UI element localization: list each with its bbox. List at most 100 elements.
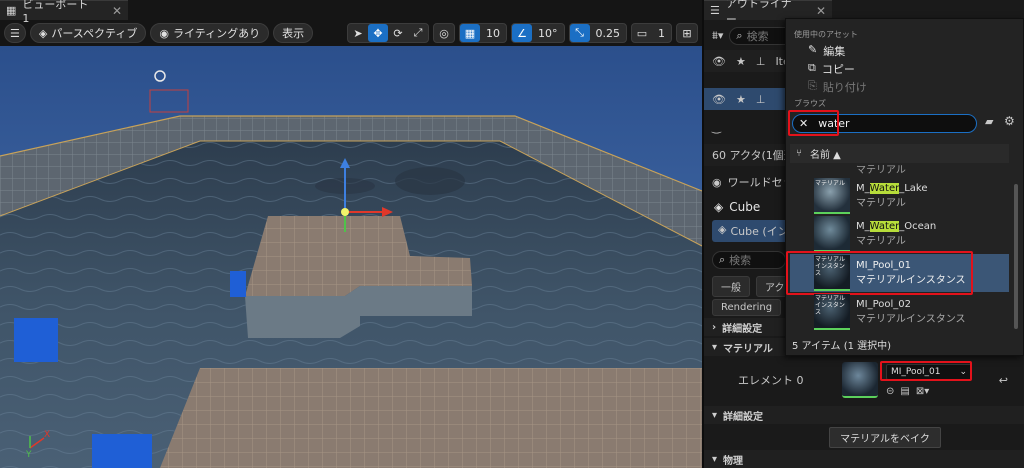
close-icon[interactable]: ✕ <box>816 4 826 18</box>
asset-list-item[interactable]: M_Water_Ocean マテリアル <box>790 215 1009 253</box>
asset-type: マテリアル <box>856 198 906 209</box>
asset-picker-popup: 使用中のアセット ✎ 編集 ⧉ コピー ⎘ 貼り付け ブラウズ ✕ water … <box>785 18 1024 356</box>
thumb-label: マテリアル <box>815 180 845 187</box>
gear-icon[interactable]: ⚙ <box>1004 114 1015 128</box>
asset-type: マテリアルインスタンス <box>856 314 966 325</box>
annotation-highlight-search <box>788 110 839 136</box>
globe-icon: ◉ <box>712 175 722 189</box>
folder-icon[interactable]: ▰ <box>985 115 993 128</box>
filter-icon[interactable]: ⩩▾ <box>712 29 723 43</box>
camera-speed-value: 1 <box>658 26 665 40</box>
axis-y-label: Y <box>26 450 32 460</box>
pin-icon[interactable]: ⊥ <box>756 93 766 106</box>
hamburger-menu-button[interactable]: ☰ <box>4 23 26 43</box>
select-icon[interactable]: ➤ <box>348 24 368 42</box>
annotation-highlight-item <box>786 251 973 295</box>
chevron-down-icon: ▾ <box>712 453 718 465</box>
close-icon[interactable]: ✕ <box>112 4 122 18</box>
3d-scene[interactable]: X Y <box>0 46 702 468</box>
outliner-tab[interactable]: ☰ アウトライナー ✕ <box>704 0 832 26</box>
viewport-toolbar: ☰ ◈ パースペクティブ ◉ ライティングあり 表示 ➤ ✥ ⟳ ⤢ ◎ ▦ 1… <box>0 20 702 46</box>
world-local-toggle[interactable]: ◎ <box>433 23 455 43</box>
show-button[interactable]: 表示 <box>273 23 314 43</box>
browse-folder-icon[interactable]: ▤ <box>900 386 909 397</box>
asset-list-item[interactable]: マテリアル インスタンス MI_Pool_02 マテリアルインスタンス <box>790 293 1009 331</box>
asset-name: MI_Pool_02 <box>856 299 911 310</box>
material-thumbnail[interactable] <box>842 362 878 398</box>
perspective-button[interactable]: ◈ パースペクティブ <box>29 23 147 43</box>
bake-row: マテリアルをベイク <box>704 426 1024 448</box>
annotation-highlight-dropdown <box>880 361 972 381</box>
angle-icon: ∠ <box>512 24 532 42</box>
section-detail-2[interactable]: ▾ 詳細設定 <box>704 406 1024 424</box>
use-selected-icon[interactable]: ⊝ <box>886 386 894 397</box>
layout-button[interactable]: ⊞ <box>676 23 698 43</box>
copy-menu-item[interactable]: ⧉ コピー <box>808 61 855 77</box>
rotation-snap[interactable]: ∠ 10° <box>511 23 565 43</box>
eye-icon[interactable]: 👁 <box>712 93 726 106</box>
details-search-placeholder: 検索 <box>729 254 752 267</box>
camera-speed[interactable]: ▭ 1 <box>631 23 672 43</box>
material-actions: ⊝ ▤ ⊠▾ <box>886 386 972 397</box>
outliner-tab-icon: ☰ <box>710 4 720 17</box>
bake-material-button[interactable]: マテリアルをベイク <box>829 426 941 448</box>
paste-icon: ⎘ <box>808 79 817 92</box>
scale-snap-icon: ⤡ <box>569 24 590 42</box>
cube-icon: ◈ <box>714 200 724 214</box>
filter-rendering-button[interactable]: Rendering <box>712 298 782 316</box>
translate-icon[interactable]: ✥ <box>368 24 388 42</box>
chevron-down-icon: ▾ <box>712 409 718 421</box>
asset-list-item[interactable]: マテリアル M_Water_Lake マテリアル <box>790 177 1009 215</box>
scale-snap[interactable]: ⤡ 0.25 <box>568 23 627 43</box>
hidden-eye-icon[interactable]: ‿ <box>712 121 721 134</box>
grid-snap-value: 10 <box>486 26 500 40</box>
section-physics[interactable]: ▾ 物理 <box>704 450 1024 468</box>
lighting-button[interactable]: ◉ ライティングあり <box>150 23 270 43</box>
details-object-name: Cube <box>729 200 761 214</box>
pencil-icon: ✎ <box>808 43 818 56</box>
star-icon[interactable]: ★ <box>736 55 746 68</box>
world-settings-label: ワールドセッ <box>727 176 794 189</box>
copy-icon: ⧉ <box>808 61 816 74</box>
star-icon[interactable]: ★ <box>736 93 746 106</box>
scale-icon[interactable]: ⤢ <box>408 24 428 42</box>
paste-menu-item[interactable]: ⎘ 貼り付け <box>808 79 867 95</box>
sphere-icon: ◉ <box>159 26 169 40</box>
axis-x-label: X <box>44 430 51 440</box>
asset-name: M_Water_Ocean <box>856 221 937 232</box>
edit-menu-item[interactable]: ✎ 編集 <box>808 43 845 59</box>
edit-label: 編集 <box>823 45 846 58</box>
section-material-label: マテリアル <box>723 343 773 355</box>
transform-tools: ➤ ✥ ⟳ ⤢ <box>347 23 429 43</box>
section-detail2-label: 詳細設定 <box>723 411 764 423</box>
cube-icon: ◈ <box>38 26 48 40</box>
paste-label: 貼り付け <box>822 81 867 94</box>
rotate-icon[interactable]: ⟳ <box>388 24 408 42</box>
asset-type: マテリアル <box>856 236 906 247</box>
viewport-tab[interactable]: ▦ ビューポート1 ✕ <box>0 0 128 25</box>
eye-icon[interactable]: 👁 <box>712 55 726 68</box>
filter-general-button[interactable]: 一般 <box>712 275 750 297</box>
current-asset-header: 使用中のアセット <box>794 30 858 39</box>
layout-icon: ⊞ <box>682 26 692 40</box>
component-selected[interactable]: ◈ Cube (イン <box>712 220 795 242</box>
reset-arrow-icon[interactable]: ↩ <box>999 374 1008 387</box>
pin-icon[interactable]: ⊥ <box>756 55 766 68</box>
actor-count: 60 アクタ(1個選 <box>712 149 795 162</box>
asset-name: M_Water_Lake <box>856 183 928 194</box>
scale-snap-value: 0.25 <box>595 26 621 40</box>
chevron-down-icon: ▾ <box>712 341 718 353</box>
copy-label: コピー <box>821 63 855 76</box>
material-element-row: エレメント 0 MI_Pool_01 ⌄ ⊝ ▤ ⊠▾ ↩ <box>704 358 1024 402</box>
details-search-input[interactable]: ⌕ 検索 <box>712 251 786 269</box>
asset-thumbnail: マテリアル <box>814 178 850 214</box>
browse-header: ブラウズ <box>794 99 826 108</box>
scrollbar[interactable] <box>1014 184 1018 329</box>
scene-render <box>0 46 702 468</box>
camera-icon: ▭ <box>636 26 648 40</box>
cut-off-item-label: マテリアル <box>856 165 906 176</box>
grid-snap[interactable]: ▦ 10 <box>459 23 507 43</box>
search-icon: ⌕ <box>719 253 726 266</box>
options-icon[interactable]: ⊠▾ <box>916 386 929 397</box>
thumb-label: マテリアル インスタンス <box>815 295 845 316</box>
